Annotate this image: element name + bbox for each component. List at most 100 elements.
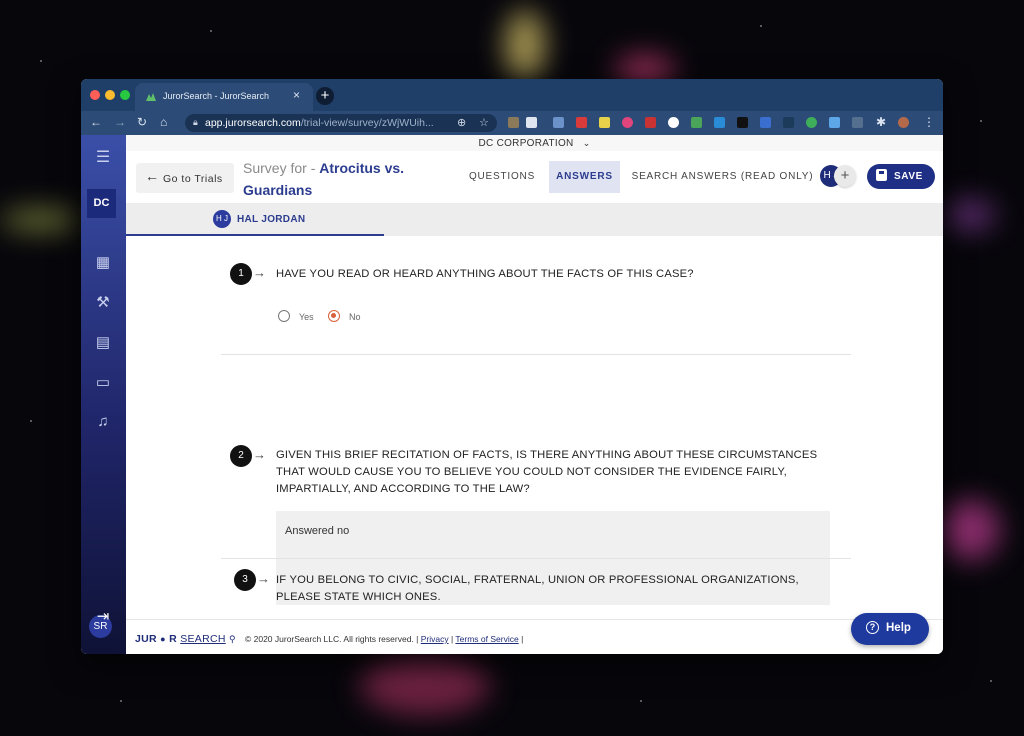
forward-icon[interactable]: → <box>114 115 126 129</box>
extension-icon[interactable] <box>852 117 863 128</box>
gavel-icon[interactable]: ⚒︎ <box>94 293 112 311</box>
star <box>30 420 32 422</box>
building-icon[interactable]: ▤ <box>94 333 112 351</box>
bell-icon[interactable]: ♫ <box>94 413 112 430</box>
arrow-right-icon: → <box>257 571 270 586</box>
new-tab-button[interactable]: + <box>316 87 334 105</box>
extension-icon[interactable] <box>737 117 748 128</box>
extension-icon[interactable] <box>691 117 702 128</box>
arrow-right-icon: → <box>253 447 266 462</box>
tab-title: JurorSearch - JurorSearch <box>163 91 270 101</box>
browser-tab[interactable]: JurorSearch - JurorSearch × <box>135 83 313 111</box>
extension-icon[interactable] <box>806 117 817 128</box>
adblock-icon[interactable] <box>645 117 656 128</box>
question-number: 1 <box>230 263 252 285</box>
extension-icon[interactable] <box>714 117 725 128</box>
tab-close-icon[interactable]: × <box>293 88 300 102</box>
separator: | <box>521 634 524 644</box>
jurorsearch-logo[interactable]: JUR ● R SEARCH ⚲ <box>135 633 236 645</box>
privacy-link[interactable]: Privacy <box>421 634 449 644</box>
org-bar[interactable]: DC CORPORATION ⌄ <box>126 135 943 151</box>
help-button[interactable]: ? Help <box>851 613 929 645</box>
magnifier-icon: ⚲ <box>228 634 236 644</box>
star <box>120 700 122 702</box>
org-name: DC CORPORATION <box>478 138 574 149</box>
floppy-disk-icon <box>876 169 887 181</box>
chat-icon[interactable]: ▭ <box>94 373 112 391</box>
arrow-right-icon: → <box>253 265 266 280</box>
close-window-button[interactable] <box>90 90 100 100</box>
tab-juror-hal-jordan[interactable]: H J HAL JORDAN <box>126 203 384 236</box>
smoke-green <box>0 210 80 230</box>
person-icon: ● <box>160 634 166 644</box>
copyright-text: © 2020 JurorSearch LLC. All rights reser… <box>245 634 419 644</box>
home-icon[interactable]: ⌂ <box>160 115 167 129</box>
extension-icon[interactable] <box>829 117 840 128</box>
extension-icon[interactable] <box>508 117 519 128</box>
lock-icon: 🔒︎ <box>193 117 198 127</box>
smoke-purple <box>945 200 995 230</box>
logo-text: JUR <box>135 633 157 645</box>
tab-search-answers[interactable]: SEARCH ANSWERS (READ ONLY) <box>631 161 814 193</box>
logo-text: R <box>169 633 177 645</box>
divider <box>221 558 851 559</box>
extension-icon[interactable] <box>622 117 633 128</box>
org-badge[interactable]: DC <box>87 189 116 218</box>
radio-label: No <box>349 312 361 322</box>
extension-icon[interactable] <box>553 117 564 128</box>
download-icon[interactable] <box>668 117 679 128</box>
extension-icon[interactable] <box>760 117 771 128</box>
tab-strip: JurorSearch - JurorSearch × + <box>81 79 943 111</box>
go-to-trials-label: Go to Trials <box>163 173 223 185</box>
zoom-window-button[interactable] <box>120 90 130 100</box>
logout-icon[interactable]: ⇥ <box>94 607 112 625</box>
save-label: SAVE <box>894 171 923 182</box>
radio-yes[interactable] <box>278 310 290 322</box>
add-bookmark-plus-icon[interactable]: ⊕ <box>457 116 466 129</box>
survey-answers: 1 → HAVE YOU READ OR HEARD ANYTHING ABOU… <box>126 236 943 619</box>
profile-avatar[interactable] <box>898 117 909 128</box>
radio-no[interactable] <box>328 310 340 322</box>
juror-tab-avatar: H J <box>213 210 231 228</box>
question-text: HAVE YOU READ OR HEARD ANYTHING ABOUT TH… <box>276 268 694 280</box>
back-icon[interactable]: ← <box>90 115 102 129</box>
minimize-window-button[interactable] <box>105 90 115 100</box>
add-juror-button[interactable]: + <box>834 165 856 187</box>
save-button[interactable]: SAVE <box>867 164 935 189</box>
extension-icon[interactable] <box>599 117 610 128</box>
survey-prefix: Survey for - <box>243 160 320 176</box>
url-host: app.jurorsearch.com <box>205 117 301 129</box>
address-bar[interactable]: 🔒︎ app.jurorsearch.com/trial-view/survey… <box>185 114 497 132</box>
help-label: Help <box>886 622 911 634</box>
puzzle-icon[interactable]: ✱ <box>876 115 886 129</box>
hamburger-menu-icon[interactable]: ☰ <box>94 147 112 167</box>
org-selector[interactable]: DC CORPORATION ⌄ <box>126 138 943 149</box>
question-number: 3 <box>234 569 256 591</box>
question-circle-icon: ? <box>866 621 879 634</box>
answer-text: Answered no <box>285 525 350 537</box>
go-to-trials-button[interactable]: ← Go to Trials <box>136 163 234 193</box>
logo-search-text: SEARCH <box>180 633 226 645</box>
kebab-menu-icon[interactable]: ⋮ <box>923 115 935 129</box>
star-icon[interactable]: ☆ <box>479 116 489 129</box>
divider <box>221 354 851 355</box>
chevron-down-icon: ⌄ <box>582 138 591 148</box>
url-text: app.jurorsearch.com/trial-view/survey/zW… <box>205 117 434 129</box>
extension-icon[interactable] <box>526 117 537 128</box>
footer: JUR ● R SEARCH ⚲ © 2020 JurorSearch LLC.… <box>126 613 943 654</box>
question-number: 2 <box>230 445 252 467</box>
tab-questions[interactable]: QUESTIONS <box>462 161 542 193</box>
star <box>980 120 982 122</box>
terms-link[interactable]: Terms of Service <box>455 634 518 644</box>
tab-answers[interactable]: ANSWERS <box>549 161 620 193</box>
star <box>210 30 212 32</box>
page-title: Survey for - Atrocitus vs. Guardians <box>243 157 443 201</box>
browser-window: JurorSearch - JurorSearch × + ← → ↻ ⌂ 🔒︎… <box>81 79 943 654</box>
separator: | <box>450 634 454 644</box>
star <box>640 700 642 702</box>
extension-icon[interactable] <box>576 117 587 128</box>
reload-icon[interactable]: ↻ <box>137 115 147 129</box>
browser-toolbar: ← → ↻ ⌂ 🔒︎ app.jurorsearch.com/trial-vie… <box>81 111 943 135</box>
extension-icon[interactable] <box>783 117 794 128</box>
dashboard-icon[interactable]: ▦ <box>94 253 112 271</box>
